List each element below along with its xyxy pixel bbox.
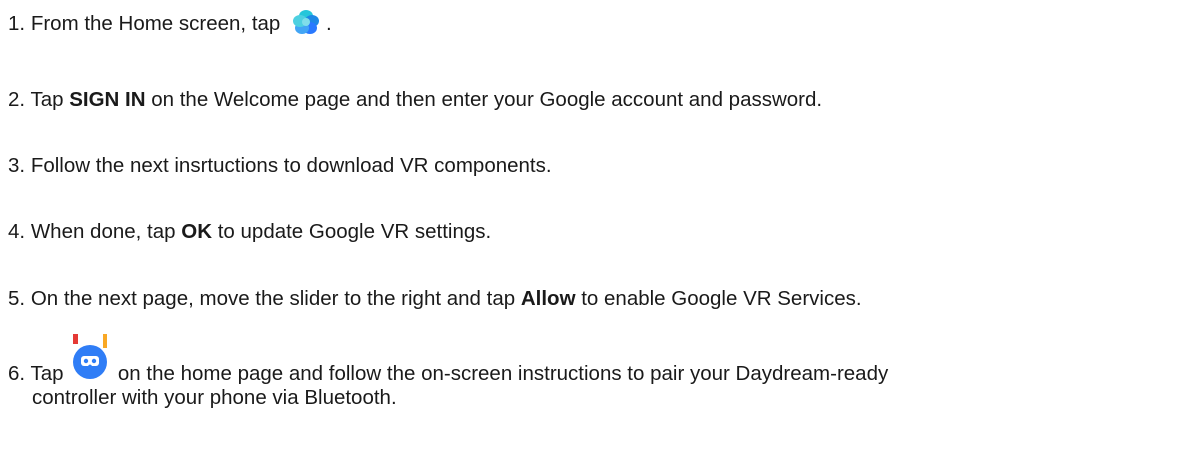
step-text-end: . <box>326 12 332 35</box>
step-text-end: on the Welcome page and then enter your … <box>151 88 823 111</box>
daydream-app-icon <box>289 8 323 42</box>
step-text: When done, tap <box>30 220 176 243</box>
step-number: 1. <box>8 12 26 35</box>
vr-headset-icon <box>71 334 109 384</box>
step-text: Tap <box>30 88 64 111</box>
step-text-end: to enable Google VR Services. <box>581 287 862 310</box>
step-number: 2. <box>8 88 26 111</box>
ok-label: OK <box>181 220 213 243</box>
step-number: 4. <box>8 220 26 243</box>
step-number: 6. <box>8 362 26 385</box>
step-text: Tap <box>30 362 64 385</box>
step-text-continuation: controller with your phone via Bluetooth… <box>32 386 397 409</box>
step-5: 5. On the next page, move the slider to … <box>8 287 862 311</box>
allow-label: Allow <box>520 287 576 310</box>
step-text: On the next page, move the slider to the… <box>30 287 516 310</box>
step-1: 1. From the Home screen, tap . <box>8 8 332 42</box>
step-2: 2. Tap SIGN IN on the Welcome page and t… <box>8 88 822 112</box>
sign-in-label: SIGN IN <box>69 88 146 111</box>
step-3: 3. Follow the next insrtuctions to downl… <box>8 154 552 178</box>
step-6: 6. Tap on the home page and follow the o… <box>8 334 889 410</box>
step-text-end: to update Google VR settings. <box>217 220 492 243</box>
step-4: 4. When done, tap OK to update Google VR… <box>8 220 491 244</box>
step-text-end: on the home page and follow the on-scree… <box>117 362 889 385</box>
step-text: From the Home screen, tap <box>30 12 281 35</box>
step-text: Follow the next insrtuctions to download… <box>30 154 552 177</box>
step-number: 5. <box>8 287 26 310</box>
step-number: 3. <box>8 154 26 177</box>
